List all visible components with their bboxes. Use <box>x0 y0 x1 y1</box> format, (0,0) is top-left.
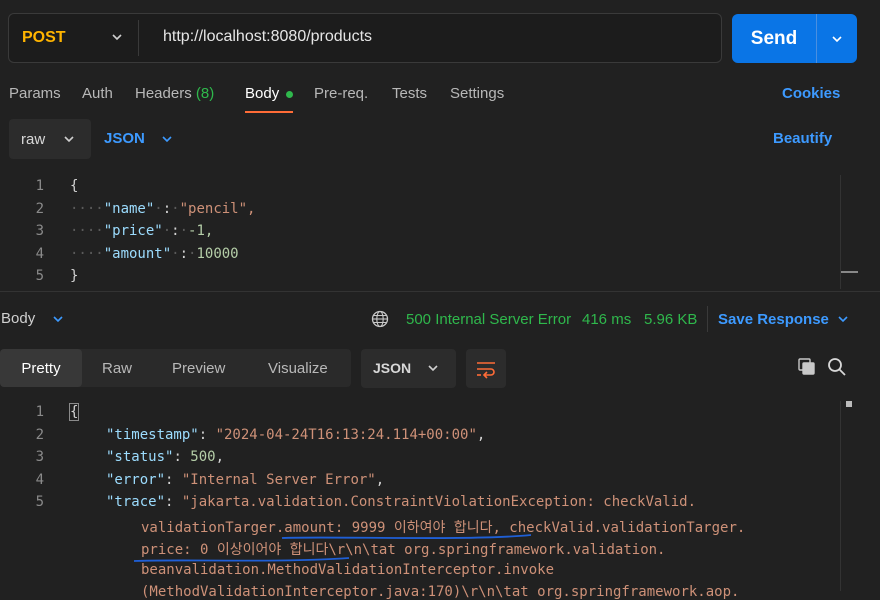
response-scrollbar[interactable] <box>840 401 841 591</box>
scrollbar-thumb[interactable] <box>846 401 852 407</box>
annotation-underlines <box>133 534 532 562</box>
